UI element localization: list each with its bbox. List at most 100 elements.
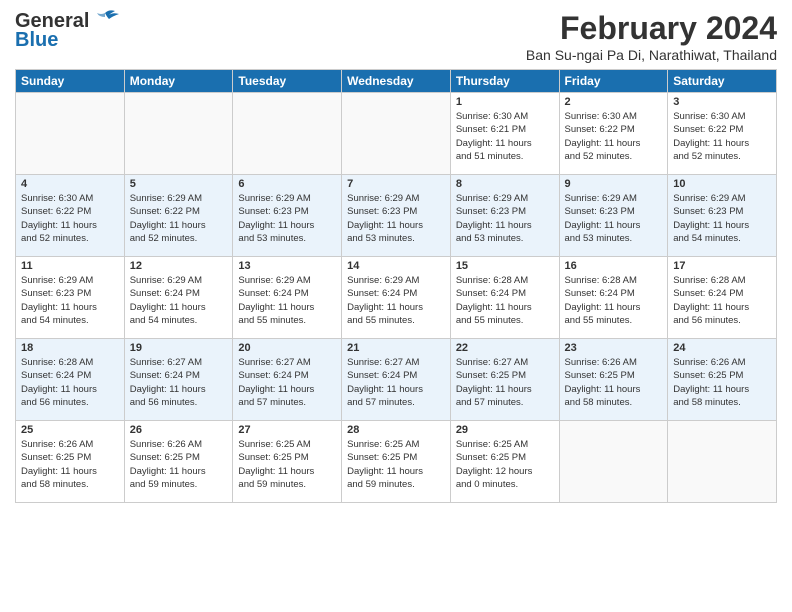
day-number: 9 (565, 178, 663, 190)
calendar-cell: 20 Sunrise: 6:27 AM Sunset: 6:24 PM Dayli… (233, 339, 342, 421)
day-info: Sunrise: 6:29 AM Sunset: 6:23 PM Dayligh… (347, 192, 445, 245)
day-number: 15 (456, 260, 554, 272)
month-title: February 2024 (526, 10, 777, 47)
calendar-cell (233, 93, 342, 175)
day-info: Sunrise: 6:29 AM Sunset: 6:23 PM Dayligh… (673, 192, 771, 245)
day-number: 20 (238, 342, 336, 354)
day-info: Sunrise: 6:26 AM Sunset: 6:25 PM Dayligh… (565, 356, 663, 409)
day-info: Sunrise: 6:25 AM Sunset: 6:25 PM Dayligh… (238, 438, 336, 491)
calendar-cell: 25Sunrise: 6:26 AM Sunset: 6:25 PM Dayli… (16, 421, 125, 503)
day-number: 24 (673, 342, 771, 354)
day-number: 1 (456, 96, 554, 108)
day-number: 10 (673, 178, 771, 190)
calendar-cell: 17 Sunrise: 6:28 AM Sunset: 6:24 PM Dayli… (668, 257, 777, 339)
day-info: Sunrise: 6:30 AM Sunset: 6:22 PM Dayligh… (21, 192, 119, 245)
calendar-table: Sunday Monday Tuesday Wednesday Thursday… (15, 69, 777, 503)
day-number: 29 (456, 424, 554, 436)
calendar-cell (342, 93, 451, 175)
calendar-cell: 26 Sunrise: 6:26 AM Sunset: 6:25 PM Dayli… (124, 421, 233, 503)
day-number: 7 (347, 178, 445, 190)
day-info: Sunrise: 6:27 AM Sunset: 6:24 PM Dayligh… (347, 356, 445, 409)
col-monday: Monday (124, 70, 233, 93)
day-info: Sunrise: 6:28 AM Sunset: 6:24 PM Dayligh… (565, 274, 663, 327)
calendar-cell: 12Sunrise: 6:29 AM Sunset: 6:24 PM Dayli… (124, 257, 233, 339)
calendar-cell (559, 421, 668, 503)
day-number: 16 (565, 260, 663, 272)
calendar-cell: 15 Sunrise: 6:28 AM Sunset: 6:24 PM Dayli… (450, 257, 559, 339)
calendar-cell: 21 Sunrise: 6:27 AM Sunset: 6:24 PM Dayli… (342, 339, 451, 421)
calendar-cell: 27 Sunrise: 6:25 AM Sunset: 6:25 PM Dayli… (233, 421, 342, 503)
day-number: 26 (130, 424, 228, 436)
day-number: 6 (238, 178, 336, 190)
day-info: Sunrise: 6:27 AM Sunset: 6:24 PM Dayligh… (130, 356, 228, 409)
calendar-cell (668, 421, 777, 503)
day-number: 27 (238, 424, 336, 436)
day-number: 8 (456, 178, 554, 190)
day-info: Sunrise: 6:26 AM Sunset: 6:25 PM Dayligh… (130, 438, 228, 491)
calendar-cell: 5 Sunrise: 6:29 AM Sunset: 6:22 PM Daylig… (124, 175, 233, 257)
logo-bird-icon (91, 9, 119, 31)
calendar-cell: 16 Sunrise: 6:28 AM Sunset: 6:24 PM Dayli… (559, 257, 668, 339)
calendar-cell: 23 Sunrise: 6:26 AM Sunset: 6:25 PM Dayli… (559, 339, 668, 421)
day-number: 21 (347, 342, 445, 354)
calendar-cell: 10 Sunrise: 6:29 AM Sunset: 6:23 PM Dayli… (668, 175, 777, 257)
calendar-page: General Blue February 2024 Ban Su-ngai P… (0, 0, 792, 612)
day-number: 11 (21, 260, 119, 272)
day-info: Sunrise: 6:29 AM Sunset: 6:24 PM Dayligh… (347, 274, 445, 327)
calendar-cell: 24 Sunrise: 6:26 AM Sunset: 6:25 PM Dayli… (668, 339, 777, 421)
calendar-cell (16, 93, 125, 175)
title-block: February 2024 Ban Su-ngai Pa Di, Narathi… (526, 10, 777, 63)
calendar-cell: 11 Sunrise: 6:29 AM Sunset: 6:23 PM Dayli… (16, 257, 125, 339)
calendar-week-row: 1Sunrise: 6:30 AM Sunset: 6:21 PM Daylig… (16, 93, 777, 175)
day-info: Sunrise: 6:29 AM Sunset: 6:24 PM Dayligh… (238, 274, 336, 327)
day-info: Sunrise: 6:30 AM Sunset: 6:22 PM Dayligh… (565, 110, 663, 163)
calendar-cell: 2 Sunrise: 6:30 AM Sunset: 6:22 PM Daylig… (559, 93, 668, 175)
day-info: Sunrise: 6:25 AM Sunset: 6:25 PM Dayligh… (347, 438, 445, 491)
day-number: 17 (673, 260, 771, 272)
day-info: Sunrise: 6:29 AM Sunset: 6:23 PM Dayligh… (21, 274, 119, 327)
day-info: Sunrise: 6:28 AM Sunset: 6:24 PM Dayligh… (673, 274, 771, 327)
day-number: 22 (456, 342, 554, 354)
calendar-week-row: 11 Sunrise: 6:29 AM Sunset: 6:23 PM Dayli… (16, 257, 777, 339)
calendar-week-row: 18Sunrise: 6:28 AM Sunset: 6:24 PM Dayli… (16, 339, 777, 421)
calendar-week-row: 4 Sunrise: 6:30 AM Sunset: 6:22 PM Daylig… (16, 175, 777, 257)
day-number: 2 (565, 96, 663, 108)
day-info: Sunrise: 6:27 AM Sunset: 6:25 PM Dayligh… (456, 356, 554, 409)
calendar-cell: 19 Sunrise: 6:27 AM Sunset: 6:24 PM Dayli… (124, 339, 233, 421)
col-thursday: Thursday (450, 70, 559, 93)
page-header: General Blue February 2024 Ban Su-ngai P… (15, 10, 777, 63)
calendar-cell: 6 Sunrise: 6:29 AM Sunset: 6:23 PM Daylig… (233, 175, 342, 257)
calendar-cell: 29 Sunrise: 6:25 AM Sunset: 6:25 PM Dayli… (450, 421, 559, 503)
calendar-cell: 22 Sunrise: 6:27 AM Sunset: 6:25 PM Dayli… (450, 339, 559, 421)
day-info: Sunrise: 6:27 AM Sunset: 6:24 PM Dayligh… (238, 356, 336, 409)
calendar-cell: 14Sunrise: 6:29 AM Sunset: 6:24 PM Dayli… (342, 257, 451, 339)
col-saturday: Saturday (668, 70, 777, 93)
day-info: Sunrise: 6:29 AM Sunset: 6:22 PM Dayligh… (130, 192, 228, 245)
calendar-cell: 3Sunrise: 6:30 AM Sunset: 6:22 PM Daylig… (668, 93, 777, 175)
col-friday: Friday (559, 70, 668, 93)
col-tuesday: Tuesday (233, 70, 342, 93)
location-subtitle: Ban Su-ngai Pa Di, Narathiwat, Thailand (526, 47, 777, 63)
day-number: 5 (130, 178, 228, 190)
day-number: 23 (565, 342, 663, 354)
calendar-cell: 1Sunrise: 6:30 AM Sunset: 6:21 PM Daylig… (450, 93, 559, 175)
day-info: Sunrise: 6:29 AM Sunset: 6:23 PM Dayligh… (238, 192, 336, 245)
day-number: 13 (238, 260, 336, 272)
calendar-cell: 13 Sunrise: 6:29 AM Sunset: 6:24 PM Dayli… (233, 257, 342, 339)
column-header-row: Sunday Monday Tuesday Wednesday Thursday… (16, 70, 777, 93)
day-info: Sunrise: 6:28 AM Sunset: 6:24 PM Dayligh… (456, 274, 554, 327)
day-info: Sunrise: 6:29 AM Sunset: 6:23 PM Dayligh… (456, 192, 554, 245)
calendar-cell: 4 Sunrise: 6:30 AM Sunset: 6:22 PM Daylig… (16, 175, 125, 257)
col-wednesday: Wednesday (342, 70, 451, 93)
calendar-cell: 9Sunrise: 6:29 AM Sunset: 6:23 PM Daylig… (559, 175, 668, 257)
calendar-cell: 18Sunrise: 6:28 AM Sunset: 6:24 PM Dayli… (16, 339, 125, 421)
calendar-cell: 7 Sunrise: 6:29 AM Sunset: 6:23 PM Daylig… (342, 175, 451, 257)
day-number: 3 (673, 96, 771, 108)
col-sunday: Sunday (16, 70, 125, 93)
day-info: Sunrise: 6:26 AM Sunset: 6:25 PM Dayligh… (21, 438, 119, 491)
day-number: 19 (130, 342, 228, 354)
day-number: 4 (21, 178, 119, 190)
day-info: Sunrise: 6:25 AM Sunset: 6:25 PM Dayligh… (456, 438, 554, 491)
day-info: Sunrise: 6:26 AM Sunset: 6:25 PM Dayligh… (673, 356, 771, 409)
logo: General Blue (15, 10, 119, 52)
